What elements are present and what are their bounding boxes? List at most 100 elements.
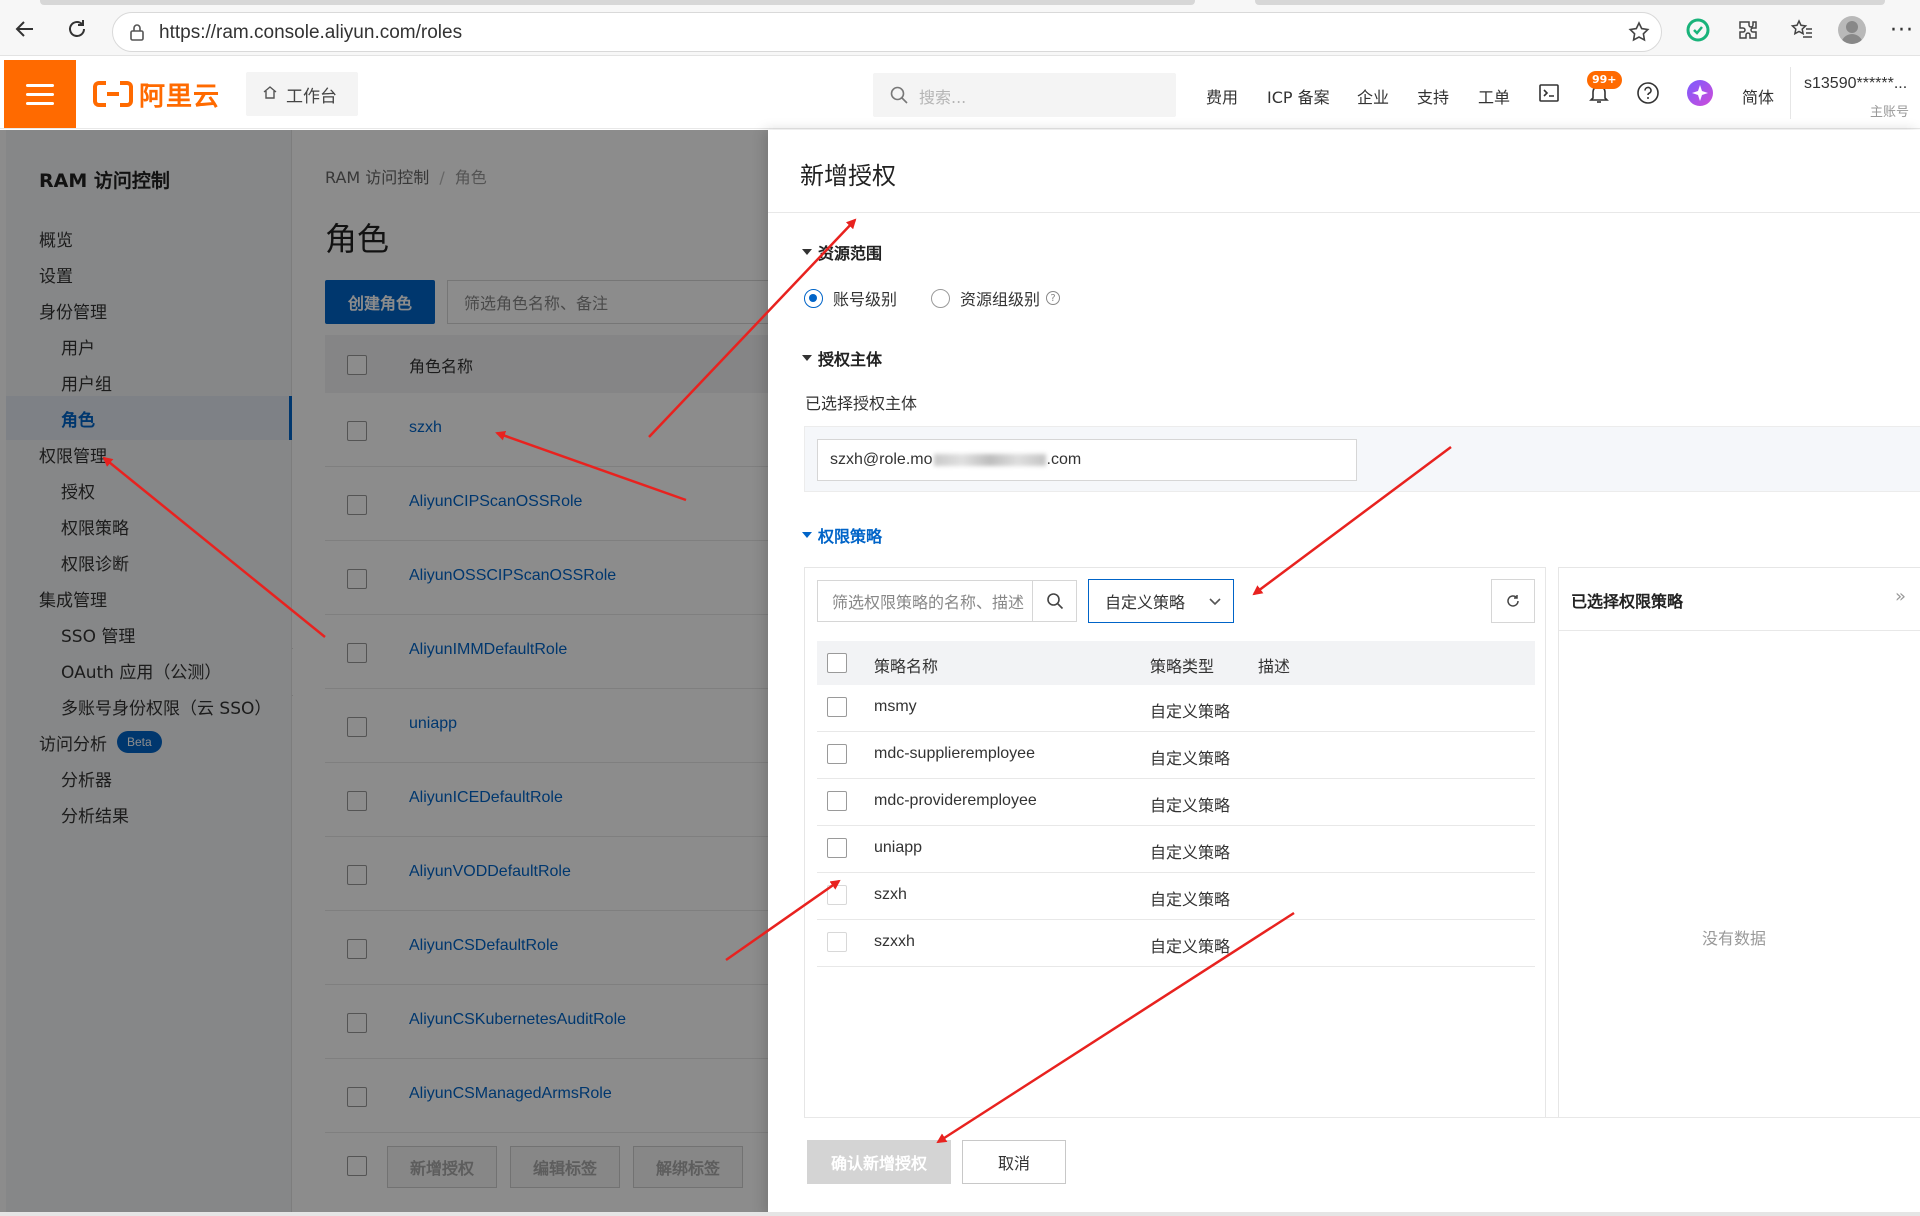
row-checkbox[interactable] (827, 791, 847, 811)
role-name-link[interactable]: AliyunVODDefaultRole (409, 863, 571, 881)
sidebar-item-analysis-results[interactable]: 分析结果 (6, 792, 292, 836)
browser-menu-icon[interactable]: ··· (1890, 18, 1914, 43)
reload-icon[interactable] (62, 14, 92, 44)
sidebar-item-label: 用户 (61, 338, 95, 359)
row-checkbox[interactable] (827, 932, 847, 952)
radio-resource-group-label[interactable]: 资源组级别 (960, 286, 1040, 310)
role-name-link[interactable]: AliyunCSDefaultRole (409, 937, 558, 955)
principal-input[interactable]: szxh@role.mo .com (817, 439, 1357, 481)
favorite-star-icon[interactable] (1627, 20, 1651, 48)
sidebar-item-label: 权限诊断 (61, 554, 129, 575)
policy-search-button[interactable] (1033, 580, 1077, 622)
principal-container: szxh@role.mo .com (804, 426, 1920, 492)
table-row: AliyunCSDefaultRole (325, 911, 775, 985)
select-all-roles-checkbox[interactable] (347, 355, 367, 375)
section-resource-scope[interactable]: 资源范围 (802, 240, 882, 264)
refresh-button[interactable] (1491, 579, 1535, 623)
row-checkbox[interactable] (347, 1087, 367, 1107)
favorites-list-icon[interactable] (1788, 16, 1816, 44)
nav-billing[interactable]: 费用 (1206, 84, 1238, 108)
select-all-policies-checkbox[interactable] (827, 653, 847, 673)
row-checkbox[interactable] (347, 939, 367, 959)
nav-support[interactable]: 支持 (1417, 84, 1449, 108)
site-info-icon[interactable] (127, 22, 147, 46)
row-checkbox[interactable] (347, 1013, 367, 1033)
row-checkbox[interactable] (827, 885, 847, 905)
aliyun-logo[interactable]: 阿里云 (93, 77, 221, 112)
breadcrumb-ram[interactable]: RAM 访问控制 (325, 168, 429, 187)
workbench-button[interactable]: 工作台 (246, 72, 358, 116)
language-switch[interactable]: 简体 (1742, 84, 1774, 108)
page-title: 角色 (325, 220, 390, 258)
role-filter-input[interactable]: 筛选角色名称、备注 (447, 280, 777, 324)
policy-search-input[interactable]: 筛选权限策略的名称、描述 (817, 580, 1033, 622)
row-checkbox[interactable] (827, 697, 847, 717)
policy-type-select[interactable]: 自定义策略 (1088, 579, 1234, 623)
help-icon[interactable] (1634, 79, 1662, 107)
table-row[interactable]: szxh 自定义策略 (817, 873, 1535, 920)
row-checkbox[interactable] (347, 717, 367, 737)
table-row[interactable]: mdc-provideremployee 自定义策略 (817, 779, 1535, 826)
radio-account-level[interactable] (804, 288, 823, 308)
account-name[interactable]: s13590******... (1804, 75, 1907, 93)
role-name-link[interactable]: AliyunOSSCIPScanOSSRole (409, 567, 616, 585)
bulk-action-bar: 新增授权 编辑标签 解绑标签 (325, 1138, 775, 1194)
logo-text: 阿里云 (139, 81, 221, 112)
row-checkbox[interactable] (347, 495, 367, 515)
expand-double-chevron-icon[interactable]: » (1895, 586, 1906, 607)
table-row[interactable]: uniapp 自定义策略 (817, 826, 1535, 873)
nav-icp-filing[interactable]: ICP 备案 (1267, 84, 1330, 108)
row-checkbox[interactable] (347, 421, 367, 441)
row-checkbox[interactable] (827, 744, 847, 764)
browser-toolbar: https://ram.console.aliyun.com/roles ··· (0, 0, 1920, 56)
role-name-link[interactable]: AliyunCSKubernetesAuditRole (409, 1011, 626, 1029)
cancel-button[interactable]: 取消 (962, 1140, 1066, 1184)
row-checkbox[interactable] (827, 838, 847, 858)
radio-account-level-label[interactable]: 账号级别 (833, 286, 897, 310)
selected-principal-label: 已选择授权主体 (805, 394, 918, 413)
role-name-link[interactable]: AliyunCSManagedArmsRole (409, 1085, 612, 1103)
help-circle-icon[interactable]: ? (1046, 291, 1061, 305)
selected-policies-panel: 已选择权限策略 » 没有数据 (1558, 567, 1920, 1117)
refresh-icon (1507, 595, 1519, 607)
puzzle-extensions-icon[interactable] (1734, 16, 1762, 44)
row-checkbox[interactable] (347, 791, 367, 811)
bulk-edit-tags-button[interactable]: 编辑标签 (510, 1146, 620, 1188)
browser-profile-avatar[interactable] (1838, 16, 1866, 44)
nav-enterprise[interactable]: 企业 (1357, 84, 1389, 108)
bulk-add-permission-button[interactable]: 新增授权 (387, 1146, 497, 1188)
url-text[interactable]: https://ram.console.aliyun.com/roles (159, 22, 462, 44)
cloud-shell-icon[interactable] (1535, 79, 1563, 107)
role-name-link[interactable]: AliyunIMMDefaultRole (409, 641, 567, 659)
row-checkbox[interactable] (347, 865, 367, 885)
header-search-input[interactable]: 搜索... (873, 73, 1176, 117)
row-checkbox[interactable] (347, 643, 367, 663)
policy-type: 自定义策略 (1150, 843, 1231, 862)
row-checkbox[interactable] (347, 569, 367, 589)
section-principal[interactable]: 授权主体 (802, 346, 882, 370)
policy-type: 自定义策略 (1150, 890, 1231, 909)
sidebar-item-label: 访问分析 (39, 734, 107, 755)
bulk-select-checkbox[interactable] (347, 1156, 367, 1176)
table-row[interactable]: mdc-supplieremployee 自定义策略 (817, 732, 1535, 779)
sidebar-item-label: 用户组 (61, 374, 112, 395)
role-name-link[interactable]: AliyunICEDefaultRole (409, 789, 563, 807)
hamburger-menu-icon[interactable] (4, 60, 76, 128)
sidebar-item-label: 权限策略 (61, 518, 129, 539)
bulk-unbind-tags-button[interactable]: 解绑标签 (633, 1146, 743, 1188)
redacted-text (933, 454, 1046, 466)
confirm-add-permission-button[interactable]: 确认新增授权 (807, 1140, 951, 1184)
table-row[interactable]: msmy 自定义策略 (817, 685, 1535, 732)
role-name-link[interactable]: szxh (409, 419, 442, 437)
create-role-button[interactable]: 创建角色 (325, 280, 435, 324)
address-bar[interactable]: https://ram.console.aliyun.com/roles (112, 12, 1662, 52)
extension-icon[interactable] (1684, 16, 1712, 44)
section-policy[interactable]: 权限策略 (802, 523, 882, 547)
role-name-link[interactable]: uniapp (409, 715, 457, 733)
role-name-link[interactable]: AliyunCIPScanOSSRole (409, 493, 582, 511)
radio-resource-group-level[interactable] (931, 288, 951, 308)
nav-tickets[interactable]: 工单 (1478, 84, 1510, 108)
back-arrow-icon[interactable] (10, 14, 40, 44)
table-row[interactable]: szxxh 自定义策略 (817, 920, 1535, 967)
ai-assistant-icon[interactable] (1686, 79, 1714, 107)
